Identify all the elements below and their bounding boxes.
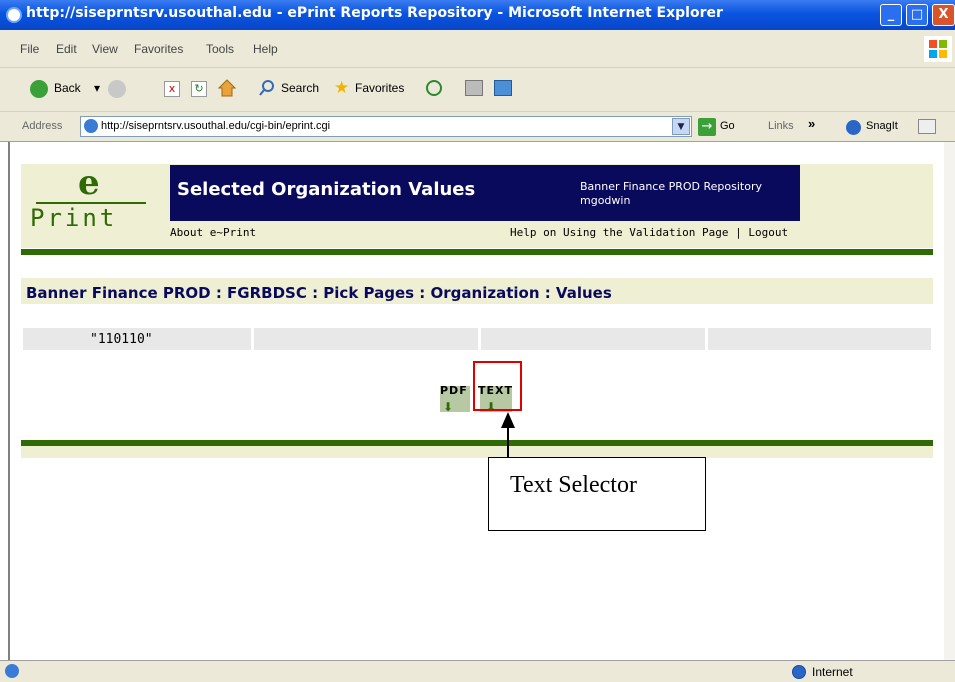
pdf-label: PDF xyxy=(440,384,468,397)
user-name: mgodwin xyxy=(580,194,631,207)
title-bar: http://siseprntsrv.usouthal.edu - ePrint… xyxy=(0,0,955,30)
globe-icon xyxy=(792,665,806,679)
page-title: Selected Organization Values xyxy=(177,179,476,200)
address-bar: Address http://siseprntsrv.usouthal.edu/… xyxy=(0,112,955,142)
home-icon[interactable] xyxy=(217,79,237,97)
logo-print: Print xyxy=(30,204,118,232)
close-button[interactable]: X xyxy=(932,4,955,26)
value-cell-empty xyxy=(481,328,705,350)
ie-icon xyxy=(6,7,22,23)
maximize-button[interactable]: □ xyxy=(906,4,928,26)
menu-bar: File Edit View Favorites Tools Help xyxy=(0,30,955,68)
page-icon xyxy=(84,119,98,133)
snagit-button[interactable]: SnagIt xyxy=(866,120,898,132)
header-divider xyxy=(21,249,933,255)
favorites-icon[interactable]: ★ xyxy=(334,78,349,98)
status-page-icon xyxy=(5,664,19,678)
value-cell-empty xyxy=(254,328,478,350)
back-icon[interactable] xyxy=(30,80,48,98)
callout-text: Text Selector xyxy=(510,472,637,498)
snagit-capture-icon[interactable] xyxy=(918,119,936,134)
text-selector-highlight xyxy=(473,361,522,411)
value-cell-empty xyxy=(708,328,931,350)
callout-arrow xyxy=(501,412,515,458)
edit-icon[interactable] xyxy=(494,80,512,96)
history-icon[interactable] xyxy=(426,80,442,96)
address-dropdown-icon[interactable]: ▼ xyxy=(672,118,690,135)
menu-edit[interactable]: Edit xyxy=(56,42,77,56)
links-chevron-icon[interactable]: » xyxy=(808,116,815,131)
menu-favorites[interactable]: Favorites xyxy=(134,42,183,56)
vertical-scrollbar[interactable] xyxy=(944,142,955,662)
toolbar: Back ▾ x ↻ Search ★ Favorites xyxy=(0,68,955,112)
window-title: http://siseprntsrv.usouthal.edu - ePrint… xyxy=(26,5,723,21)
logo-e: e xyxy=(78,163,100,203)
help-logout-link[interactable]: Help on Using the Validation Page | Logo… xyxy=(510,226,788,239)
status-bar: Internet xyxy=(0,660,955,682)
print-icon[interactable] xyxy=(465,80,483,96)
links-label[interactable]: Links xyxy=(768,120,794,132)
forward-icon[interactable] xyxy=(108,80,126,98)
favorites-button[interactable]: Favorites xyxy=(355,81,404,95)
zone-label: Internet xyxy=(812,665,853,679)
stop-icon[interactable]: x xyxy=(164,81,180,97)
refresh-icon[interactable]: ↻ xyxy=(191,81,207,97)
pdf-download-icon: ⬇ xyxy=(443,400,454,414)
address-input[interactable]: http://siseprntsrv.usouthal.edu/cgi-bin/… xyxy=(80,116,692,137)
windows-logo-icon xyxy=(924,36,952,62)
go-button[interactable]: Go xyxy=(720,120,735,132)
search-button[interactable]: Search xyxy=(281,81,319,95)
address-label: Address xyxy=(22,120,63,132)
back-dropdown-icon[interactable]: ▾ xyxy=(94,81,100,95)
menu-tools[interactable]: Tools xyxy=(206,42,234,56)
menu-file[interactable]: File xyxy=(20,42,39,56)
menu-view[interactable]: View xyxy=(92,42,118,56)
snagit-icon[interactable] xyxy=(846,120,861,135)
footer-bar xyxy=(21,446,933,458)
go-icon[interactable]: → xyxy=(698,118,716,136)
back-button[interactable]: Back xyxy=(54,81,81,95)
search-icon[interactable] xyxy=(258,79,276,97)
value-text: "110110" xyxy=(90,332,153,347)
breadcrumb: Banner Finance PROD : FGRBDSC : Pick Pag… xyxy=(26,284,612,302)
about-link[interactable]: About e~Print xyxy=(170,226,256,239)
menu-help[interactable]: Help xyxy=(253,42,278,56)
minimize-button[interactable]: _ xyxy=(880,4,902,26)
repository-name: Banner Finance PROD Repository xyxy=(580,180,762,193)
